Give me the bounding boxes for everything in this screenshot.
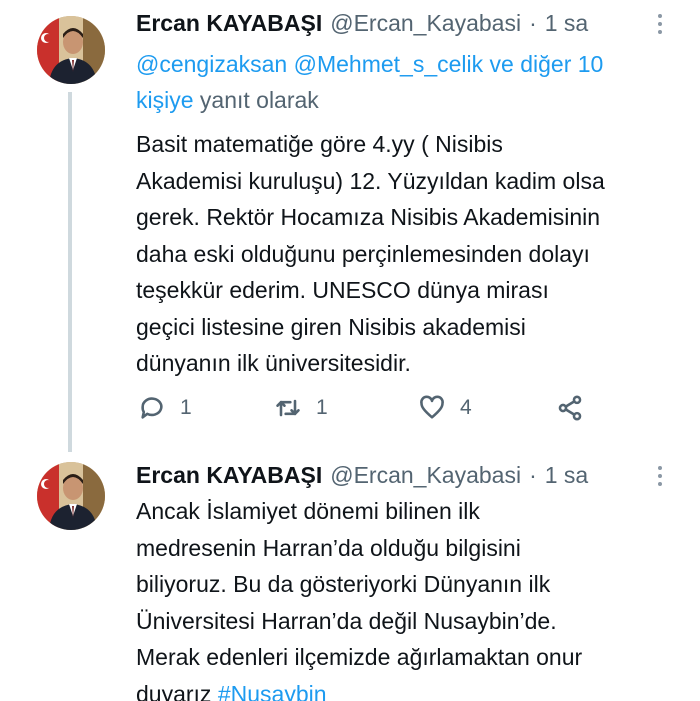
tweet-text-line: dünyanın ilk üniversitesidir. — [136, 350, 411, 376]
like-count: 4 — [460, 396, 472, 419]
reply-button[interactable]: 1 — [138, 388, 192, 428]
share-button[interactable] — [556, 388, 584, 428]
tweet-text: Ancak İslamiyet dönemi bilinen ilk medre… — [136, 493, 680, 701]
reply-icon — [141, 397, 163, 419]
tweet-text-line: daha eski olduğunu perçinlemesinden dola… — [136, 240, 590, 267]
timestamp[interactable]: 1 sa — [545, 462, 588, 489]
mention-link[interactable]: @cengizaksan — [136, 51, 287, 77]
tweet-text-line: Üniversitesi Harran’da değil Nusaybin’de… — [136, 607, 557, 634]
like-icon — [420, 395, 444, 419]
separator: · — [529, 9, 537, 36]
author-handle[interactable]: @Ercan_Kayabasi — [330, 462, 521, 489]
author-handle[interactable]: @Ercan_Kayabasi — [330, 10, 521, 37]
tweet[interactable]: Ercan KAYABAŞI @Ercan_Kayabasi · 1 sa An… — [0, 445, 700, 701]
retweet-count: 1 — [316, 396, 328, 419]
reply-to-line: @cengizaksan @Mehmet_s_celik ve diğer 10… — [136, 46, 680, 118]
timestamp[interactable]: 1 sa — [545, 10, 588, 37]
tweet-text-fragment: duyarız — [136, 680, 212, 701]
retweet-button[interactable]: 1 — [274, 388, 328, 428]
tweet[interactable]: Ercan KAYABAŞI @Ercan_Kayabasi · 1 sa @c… — [0, 0, 700, 452]
tweet-text-line: duyarız #Nusaybin — [136, 676, 680, 701]
thread-line — [68, 92, 72, 452]
reply-count: 1 — [180, 396, 192, 419]
tweet-text-line: geçici listesine giren Nisibis akademisi — [136, 313, 526, 340]
avatar[interactable] — [37, 462, 105, 530]
like-button[interactable]: 4 — [418, 388, 472, 428]
author-name[interactable]: Ercan KAYABAŞI — [136, 10, 322, 37]
tweet-text-line: Basit matematiğe göre 4.yy ( Nisibis — [136, 131, 503, 157]
tweet-text-line: teşekkür ederim. UNESCO dünya mirası — [136, 277, 549, 303]
tweet-text-line: Akademisi kuruluşu) 12. Yüzyıldan kadim … — [136, 167, 605, 194]
hashtag-link[interactable]: #Nusaybin — [218, 681, 327, 701]
tweet-text-line: gerek. Rektör Hocamıza Nisibis Akademisi… — [136, 204, 601, 230]
reply-suffix: yanıt olarak — [199, 87, 319, 113]
others-link[interactable]: ve diğer 10 — [490, 51, 604, 77]
others-link[interactable]: kişiye — [136, 87, 194, 113]
separator: · — [529, 461, 537, 488]
mention-link[interactable]: @Mehmet_s_celik — [294, 51, 484, 77]
more-icon[interactable] — [648, 464, 672, 488]
action-bar: 1 1 4 — [136, 388, 606, 428]
tweet-text-line: medresenin Harran’da olduğu bilgisini — [136, 534, 521, 561]
tweet-text-line: biliyoruz. Bu da gösteriyorki Dünyanın i… — [136, 571, 551, 597]
avatar[interactable] — [37, 16, 105, 84]
tweet-text-line: Ancak İslamiyet dönemi bilinen ilk — [136, 498, 480, 524]
share-icon — [558, 395, 582, 421]
tweet-text: Basit matematiğe göre 4.yy ( Nisibis Aka… — [136, 126, 680, 382]
tweet-header: Ercan KAYABAŞI @Ercan_Kayabasi · 1 sa — [136, 458, 680, 492]
author-name[interactable]: Ercan KAYABAŞI — [136, 462, 322, 489]
tweet-header: Ercan KAYABAŞI @Ercan_Kayabasi · 1 sa — [136, 6, 680, 40]
tweet-text-line: Merak edenleri ilçemizde ağırlamaktan on… — [136, 644, 583, 670]
retweet-icon — [276, 399, 300, 417]
more-icon[interactable] — [648, 12, 672, 36]
